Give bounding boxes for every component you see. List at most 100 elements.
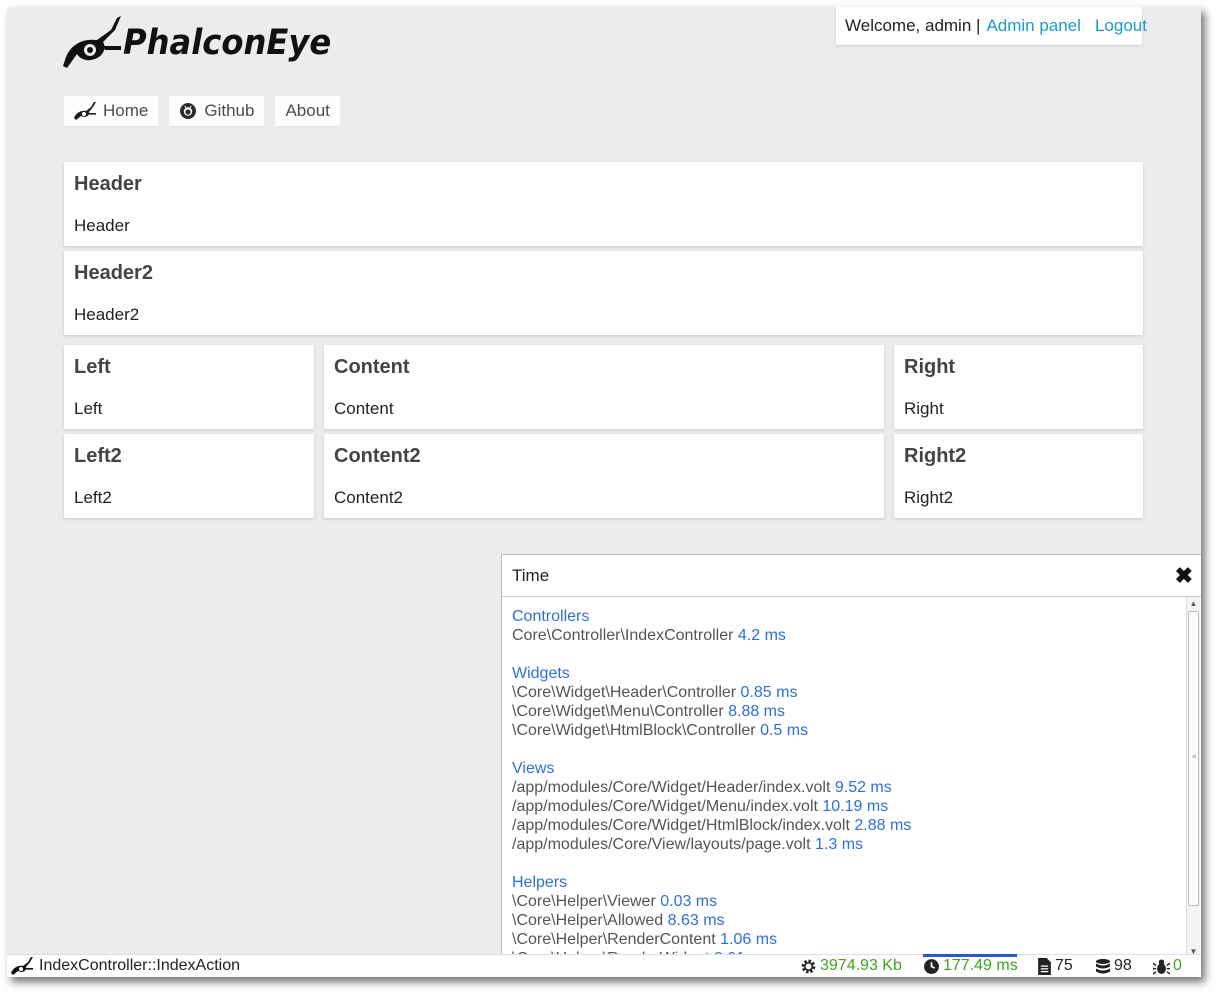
nav-about-label: About [285, 101, 330, 120]
debug-section-title[interactable]: Views [512, 759, 1185, 778]
debug-timing-row: /app/modules/Core/Widget/Header/index.vo… [512, 778, 1185, 797]
active-tab-indicator [923, 954, 1017, 957]
debug-time-panel: Time ✖ Controllers Core\Controller\IndexC… [501, 554, 1201, 958]
widget-title: Content2 [334, 445, 421, 467]
timing-name: \Core\Helper\Allowed [512, 912, 664, 929]
timing-name: /app/modules/Core/View/layouts/page.volt [512, 836, 811, 853]
widget-body: Left [74, 399, 103, 418]
logo-text: PhalconEye [123, 23, 332, 63]
nav-item-home[interactable]: Home [64, 96, 159, 126]
phalcon-icon [74, 102, 96, 120]
widget-title: Header [74, 173, 142, 195]
timing-value: 0.03 ms [660, 893, 718, 910]
debug-panel-body: Controllers Core\Controller\IndexControll… [512, 607, 1185, 958]
widget-body: Right2 [904, 488, 954, 507]
widget-content: Content Content [324, 345, 884, 429]
widget-body: Header [74, 216, 130, 235]
timing-name: Core\Controller\IndexController [512, 627, 734, 644]
widget-title: Left [74, 356, 111, 378]
timing-value: 4.2 ms [737, 627, 786, 644]
debug-section: Helpers \Core\Helper\Viewer 0.03 ms \Core\… [512, 873, 1185, 958]
debug-timing-row: /app/modules/Core/View/layouts/page.volt… [512, 835, 1185, 854]
database-icon [1096, 958, 1110, 973]
widget-right: Right Right [894, 345, 1143, 429]
debug-panel-scrollbar[interactable]: ▲ ≡ ▼ [1186, 597, 1200, 958]
debug-section: Widgets \Core\Widget\Header\Controller 0.… [512, 664, 1185, 740]
debug-timing-row: \Core\Helper\Allowed 8.63 ms [512, 911, 1185, 930]
timing-name: \Core\Widget\Header\Controller [512, 684, 737, 701]
nav-item-about[interactable]: About [275, 96, 340, 126]
phalconeye-logo-icon [63, 16, 121, 68]
files-stat[interactable]: 75 [1037, 957, 1073, 975]
widget-left: Left Left [64, 345, 314, 429]
admin-panel-link[interactable]: Admin panel [986, 16, 1081, 35]
debug-panel-title: Time [512, 566, 550, 585]
welcome-text: Welcome, admin | [845, 16, 981, 35]
timing-name: /app/modules/Core/Widget/Menu/index.volt [512, 798, 818, 815]
debug-timing-row: \Core\Widget\Menu\Controller 8.88 ms [512, 702, 1185, 721]
nav-item-github[interactable]: Github [169, 96, 265, 126]
memory-value: 3974.93 Kb [820, 957, 902, 974]
widget-header2: Header2 Header2 [64, 251, 1143, 335]
errors-stat[interactable]: 0 [1153, 957, 1182, 975]
debug-timing-row: \Core\Widget\Header\Controller 0.85 ms [512, 683, 1185, 702]
time-stat[interactable]: 177.49 ms [923, 957, 1018, 975]
timing-value: 0.5 ms [760, 722, 809, 739]
timing-value: 0.85 ms [740, 684, 798, 701]
widget-content2: Content2 Content2 [324, 434, 884, 518]
debug-route[interactable]: IndexController::IndexAction [11, 957, 240, 975]
timing-value: 2.88 ms [854, 817, 912, 834]
debug-section-title[interactable]: Helpers [512, 873, 1185, 892]
widget-body: Left2 [74, 488, 112, 507]
timing-value: 8.88 ms [728, 703, 786, 720]
widget-body: Right [904, 399, 944, 418]
nav-github-label: Github [204, 101, 255, 120]
debug-timing-row: \Core\Helper\Viewer 0.03 ms [512, 892, 1185, 911]
widget-left2: Left2 Left2 [64, 434, 314, 518]
logo[interactable]: PhalconEye [63, 15, 349, 71]
browser-viewport: PhalconEye Welcome, admin | Admin panel Lo… [7, 7, 1201, 977]
errors-value: 0 [1173, 957, 1182, 974]
bug-icon [1153, 958, 1170, 975]
close-icon[interactable]: ✖ [1175, 563, 1193, 589]
widget-header: Header Header [64, 162, 1143, 246]
debug-timing-row: /app/modules/Core/Widget/Menu/index.volt… [512, 797, 1185, 816]
widget-body: Content2 [334, 488, 403, 507]
debug-section: Controllers Core\Controller\IndexControll… [512, 607, 1185, 645]
timing-value: 8.63 ms [667, 912, 725, 929]
timing-value: 1.3 ms [815, 836, 864, 853]
database-value: 98 [1114, 957, 1132, 974]
memory-stat[interactable]: 3974.93 Kb [800, 957, 902, 975]
timing-value: 10.19 ms [822, 798, 889, 815]
widget-title: Content [334, 356, 410, 378]
debug-section: Views/app/modules/Core/Widget/Header/ind… [512, 759, 1185, 854]
timing-value: 1.06 ms [720, 931, 778, 948]
scroll-up-arrow-icon[interactable]: ▲ [1187, 597, 1200, 610]
database-stat[interactable]: 98 [1095, 957, 1132, 975]
clock-icon [924, 958, 939, 974]
widget-title: Header2 [74, 262, 153, 284]
debug-panel-header: Time ✖ [502, 555, 1201, 597]
logout-link[interactable]: Logout [1095, 16, 1147, 35]
gear-icon [801, 959, 816, 973]
debug-timing-row: \Core\Widget\HtmlBlock\Controller 0.5 ms [512, 721, 1185, 740]
timing-name: \Core\Helper\Viewer [512, 893, 656, 910]
widget-title: Right [904, 356, 956, 378]
main-nav: Home Github About [64, 96, 340, 126]
widget-body: Header2 [74, 305, 140, 324]
widget-title: Right2 [904, 445, 967, 467]
debug-timing-row: Core\Controller\IndexController 4.2 ms [512, 626, 1185, 645]
timing-name: \Core\Helper\RenderContent [512, 931, 716, 948]
timing-name: /app/modules/Core/Widget/HtmlBlock/index… [512, 817, 850, 834]
file-icon [1038, 957, 1051, 975]
timing-value: 9.52 ms [834, 779, 892, 796]
debug-toolbar: IndexController::IndexAction 3974.93 Kb … [7, 954, 1201, 977]
scrollbar-thumb[interactable]: ≡ [1188, 611, 1199, 906]
route-label: IndexController::IndexAction [39, 957, 240, 974]
debug-section-title[interactable]: Widgets [512, 664, 1185, 683]
debug-section-title[interactable]: Controllers [512, 607, 1185, 626]
timing-name: \Core\Widget\HtmlBlock\Controller [512, 722, 756, 739]
widget-body: Content [334, 399, 394, 418]
phalcon-icon [11, 957, 33, 975]
files-value: 75 [1055, 957, 1073, 974]
